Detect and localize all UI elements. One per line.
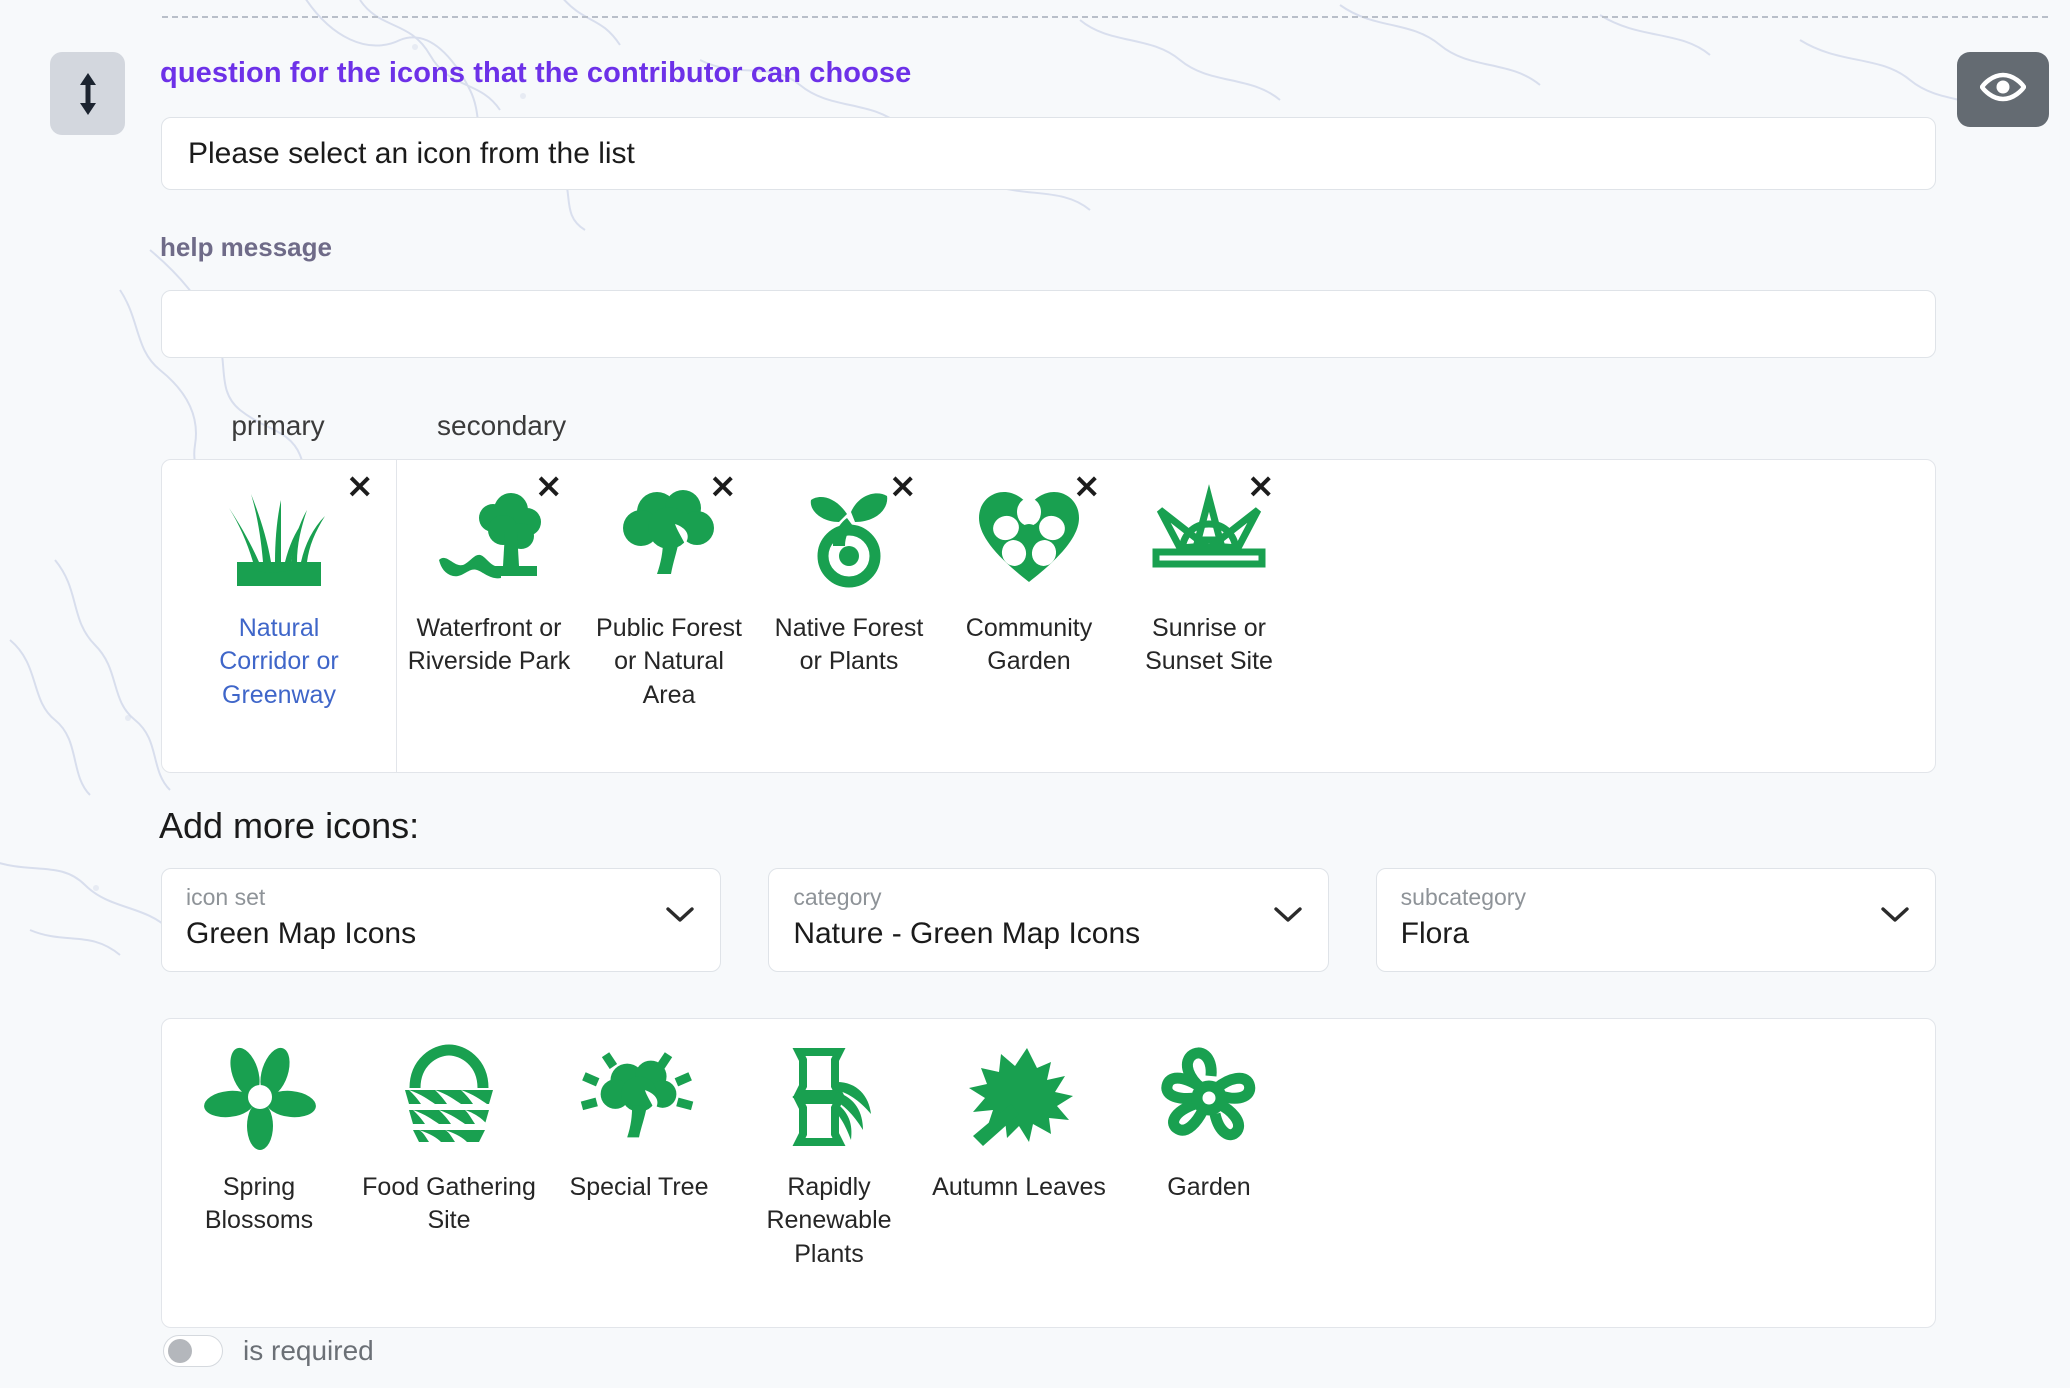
icon-set-select[interactable]: icon set Green Map Icons bbox=[161, 868, 722, 972]
gallery-icon-item[interactable]: Autumn Leaves bbox=[924, 1019, 1114, 1204]
icon-set-select-value: Green Map Icons bbox=[186, 916, 417, 950]
selected-icon-item[interactable]: × Community Garden bbox=[939, 460, 1119, 679]
selected-icon-label: Native Forest or Plants bbox=[774, 614, 924, 676]
remove-icon-button[interactable]: × bbox=[889, 469, 918, 503]
tab-secondary[interactable]: secondary bbox=[395, 410, 566, 442]
gallery-icon-item[interactable]: Special Tree bbox=[544, 1019, 734, 1204]
tree-with-water-icon bbox=[428, 480, 550, 598]
subcategory-select-label: subcategory bbox=[1400, 884, 1526, 910]
maple-leaf-icon bbox=[958, 1039, 1080, 1157]
remove-icon-button[interactable]: × bbox=[1073, 469, 1102, 503]
selected-icon-item[interactable]: × Public Forest or Natural Area bbox=[579, 460, 759, 712]
remove-icon-button[interactable]: × bbox=[1247, 469, 1276, 503]
preview-button[interactable] bbox=[1957, 52, 2049, 127]
gallery-icon-item[interactable]: Garden bbox=[1114, 1019, 1304, 1204]
secondary-icon-slots: × Waterfront or Riverside Park × Public … bbox=[397, 460, 1935, 772]
flower-outline-icon bbox=[1148, 1039, 1270, 1157]
gallery-icon-item[interactable]: Spring Blossoms bbox=[164, 1019, 354, 1238]
chevron-down-icon bbox=[1881, 907, 1909, 928]
eye-icon bbox=[1979, 71, 2027, 108]
gallery-icon-item[interactable]: Food Gathering Site bbox=[354, 1019, 544, 1238]
chevron-down-icon bbox=[1273, 907, 1302, 928]
selected-icon-label: Natural Corridor or Greenway bbox=[219, 614, 339, 709]
gallery-icon-label: Rapidly Renewable Plants bbox=[766, 1173, 892, 1268]
is-required-toggle[interactable] bbox=[163, 1335, 223, 1367]
icon-section-tabs: primary secondary bbox=[161, 402, 566, 450]
gallery-icon-item[interactable]: Rapidly Renewable Plants bbox=[734, 1019, 924, 1271]
chevron-down-icon bbox=[666, 907, 695, 928]
category-select[interactable]: category Nature - Green Map Icons bbox=[768, 868, 1329, 972]
selected-icon-label: Sunrise or Sunset Site bbox=[1145, 614, 1273, 676]
selected-icons-panel: × Natural Corridor or Greenway × Waterfr… bbox=[161, 459, 1936, 773]
selected-icon-label: Waterfront or Riverside Park bbox=[407, 614, 571, 676]
add-more-icons-heading: Add more icons: bbox=[159, 805, 420, 846]
drag-handle[interactable] bbox=[50, 52, 125, 135]
tab-primary[interactable]: primary bbox=[161, 410, 395, 442]
icon-gallery-panel: Spring Blossoms Food Gathering Site Spec… bbox=[161, 1018, 1936, 1328]
flower-solid-icon bbox=[198, 1039, 320, 1157]
category-select-value: Nature - Green Map Icons bbox=[793, 916, 1141, 950]
icon-filter-selects: icon set Green Map Icons category Nature… bbox=[161, 868, 1936, 972]
section-divider bbox=[162, 16, 2048, 18]
gallery-icon-label: Autumn Leaves bbox=[932, 1173, 1106, 1201]
toggle-knob bbox=[168, 1339, 192, 1363]
bamboo-icon bbox=[768, 1039, 890, 1157]
selected-icon-item[interactable]: × Waterfront or Riverside Park bbox=[399, 460, 579, 679]
is-required-label: is required bbox=[243, 1335, 374, 1366]
gallery-icon-label: Garden bbox=[1167, 1173, 1251, 1201]
subcategory-select-value: Flora bbox=[1400, 916, 1470, 950]
icon-set-select-label: icon set bbox=[186, 884, 266, 910]
selected-icon-item[interactable]: × Native Forest or Plants bbox=[759, 460, 939, 679]
help-message-label: help message bbox=[160, 232, 332, 262]
shining-tree-icon bbox=[578, 1039, 700, 1157]
question-label: question for the icons that the contribu… bbox=[160, 57, 912, 89]
vertical-resize-arrows-icon bbox=[75, 71, 101, 117]
subcategory-select[interactable]: subcategory Flora bbox=[1375, 868, 1936, 972]
help-message-input[interactable] bbox=[161, 290, 1936, 358]
selected-icon-label: Public Forest or Natural Area bbox=[596, 614, 742, 709]
remove-icon-button[interactable]: × bbox=[709, 469, 738, 503]
gallery-icon-label: Food Gathering Site bbox=[362, 1173, 536, 1235]
primary-icon-slot: × Natural Corridor or Greenway bbox=[162, 460, 397, 772]
is-required-row: is required bbox=[163, 1335, 374, 1367]
gallery-icon-label: Special Tree bbox=[569, 1173, 709, 1201]
grass-icon bbox=[218, 480, 340, 598]
remove-icon-button[interactable]: × bbox=[346, 469, 375, 503]
form-editor-page: question for the icons that the contribu… bbox=[0, 0, 2070, 1388]
basket-icon bbox=[388, 1039, 510, 1157]
category-select-label: category bbox=[793, 884, 882, 910]
selected-icon-item[interactable]: × Natural Corridor or Greenway bbox=[162, 460, 396, 712]
remove-icon-button[interactable]: × bbox=[535, 469, 564, 503]
question-input[interactable]: Please select an icon from the list bbox=[161, 117, 1936, 190]
selected-icon-label: Community Garden bbox=[965, 614, 1093, 676]
gallery-icon-label: Spring Blossoms bbox=[204, 1173, 314, 1235]
selected-icon-item[interactable]: × Sunrise or Sunset Site bbox=[1119, 460, 1299, 679]
